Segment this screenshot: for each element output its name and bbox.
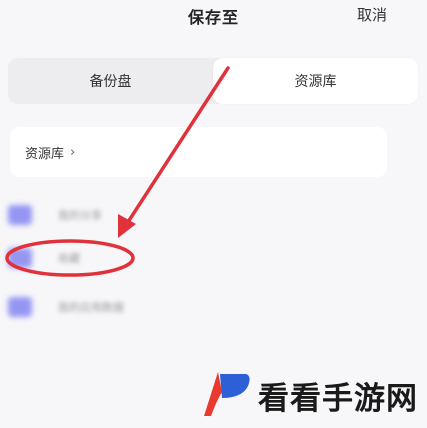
storage-tabs: 备份盘 资源库 xyxy=(8,58,418,104)
folder-item[interactable]: 我的应用数据 xyxy=(0,293,300,323)
folder-item[interactable]: 收藏 xyxy=(0,244,300,274)
cancel-button[interactable]: 取消 xyxy=(357,4,387,25)
chevron-right-icon: › xyxy=(70,144,76,160)
folder-name: 我的应用数据 xyxy=(58,301,124,314)
watermark-logo-icon xyxy=(204,372,250,416)
watermark-text: 看看手游网 xyxy=(258,381,418,417)
folder-name: 收藏 xyxy=(58,252,80,265)
watermark: 看看手游网 xyxy=(198,368,423,418)
folder-icon xyxy=(8,205,32,225)
tab-backup-disk[interactable]: 备份盘 xyxy=(8,58,213,104)
tab-resource-library[interactable]: 资源库 xyxy=(213,58,418,104)
folder-icon xyxy=(8,248,32,268)
folder-icon xyxy=(8,297,32,317)
breadcrumb-label: 资源库 xyxy=(25,146,65,162)
folder-name: 我的分享 xyxy=(58,209,102,222)
folder-item[interactable]: 我的分享 xyxy=(0,201,300,231)
breadcrumb[interactable]: 资源库 › xyxy=(10,127,387,177)
top-bar: 保存至 取消 xyxy=(0,0,427,32)
